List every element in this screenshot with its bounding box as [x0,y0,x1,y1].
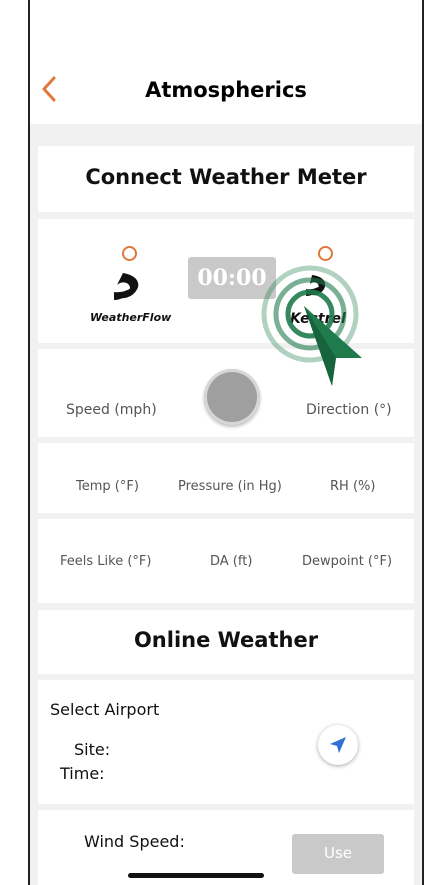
connect-meter-title: Connect Weather Meter [85,165,367,189]
rh-label: RH (%) [330,479,376,494]
home-indicator [128,873,264,878]
da-label: DA (ft) [210,554,253,569]
online-weather-title: Online Weather [133,628,319,652]
device-bezel-left [0,0,30,885]
device-frame: Atmospherics Connect Weather Meter Weath… [0,0,448,885]
select-airport-link[interactable]: Select Airport [50,700,159,719]
tap-ripple-icon [261,265,362,386]
direction-label: Direction (°) [306,402,392,418]
feels-like-label: Feels Like (°F) [60,554,152,569]
temp-label: Temp (°F) [76,479,139,494]
pressure-label: Pressure (in Hg) [178,479,282,494]
tap-cursor-overlay [258,262,368,392]
dewpoint-label: Dewpoint (°F) [302,554,393,569]
app-screen: Atmospherics Connect Weather Meter Weath… [30,0,422,885]
device-bezel-right [422,0,448,885]
swift-bird-icon [114,273,139,300]
online-weather-header: Online Weather [38,610,414,674]
time-label: Time: [60,764,105,783]
feels-da-dewpoint-row: Feels Like (°F) DA (ft) Dewpoint (°F) [38,519,414,603]
locate-button[interactable] [318,725,358,765]
weatherflow-logo-text: WeatherFlow [90,311,172,324]
page-title: Atmospherics [145,78,307,102]
wind-indicator[interactable] [204,369,260,425]
speed-label: Speed (mph) [66,402,157,418]
nav-bar: Atmospherics [30,0,422,124]
weatherflow-radio[interactable] [122,246,137,261]
use-button[interactable]: Use [292,834,384,874]
site-label: Site: [74,740,111,759]
kestrel-radio[interactable] [318,246,333,261]
temp-pressure-rh-row: Temp (°F) Pressure (in Hg) RH (%) [38,443,414,513]
location-arrow-icon [330,737,346,753]
connect-meter-header: Connect Weather Meter [38,146,414,212]
wind-speed-label: Wind Speed: [84,832,185,851]
weatherflow-logo[interactable]: WeatherFlow [90,267,180,329]
